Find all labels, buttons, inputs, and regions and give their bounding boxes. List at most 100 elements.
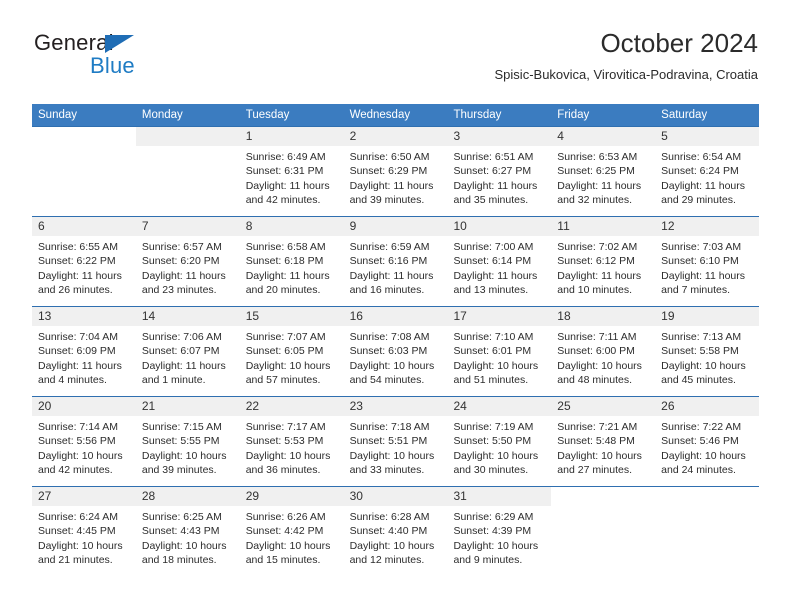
day-cell[interactable]: 8 Sunrise: 6:58 AM Sunset: 6:18 PM Dayli… (239, 217, 344, 306)
day-cell[interactable]: 10 Sunrise: 7:00 AM Sunset: 6:14 PM Dayl… (447, 217, 552, 306)
day-info: Sunrise: 7:04 AM Sunset: 6:09 PM Dayligh… (32, 326, 136, 387)
daylight-text-line1: Daylight: 11 hours (453, 179, 538, 192)
day-cell[interactable]: 11 Sunrise: 7:02 AM Sunset: 6:12 PM Dayl… (551, 217, 656, 306)
sunset-text: Sunset: 6:00 PM (557, 345, 635, 358)
daylight-text-line2: and 42 minutes. (245, 193, 321, 206)
day-number: 17 (447, 307, 552, 326)
sunrise-text: Sunrise: 7:19 AM (453, 421, 534, 433)
day-cell[interactable]: 27 Sunrise: 6:24 AM Sunset: 4:45 PM Dayl… (32, 487, 136, 576)
day-cell[interactable]: 6 Sunrise: 6:55 AM Sunset: 6:22 PM Dayli… (32, 217, 136, 306)
day-cell[interactable]: 3 Sunrise: 6:51 AM Sunset: 6:27 PM Dayli… (447, 127, 552, 216)
daylight-text-line2: and 48 minutes. (557, 373, 633, 386)
day-info: Sunrise: 6:26 AM Sunset: 4:42 PM Dayligh… (240, 506, 344, 567)
day-info: Sunrise: 6:25 AM Sunset: 4:43 PM Dayligh… (136, 506, 240, 567)
day-number: 13 (32, 307, 136, 326)
day-number: 7 (135, 217, 240, 236)
sunrise-text: Sunrise: 7:22 AM (661, 421, 742, 433)
day-cell[interactable]: 24 Sunrise: 7:19 AM Sunset: 5:50 PM Dayl… (447, 397, 552, 486)
daylight-text-line2: and 15 minutes. (245, 553, 321, 566)
daylight-text-line1: Daylight: 11 hours (38, 359, 122, 372)
day-info: Sunrise: 7:18 AM Sunset: 5:51 PM Dayligh… (344, 416, 448, 477)
day-cell[interactable]: 31 Sunrise: 6:29 AM Sunset: 4:39 PM Dayl… (447, 487, 552, 576)
day-cell[interactable]: 13 Sunrise: 7:04 AM Sunset: 6:09 PM Dayl… (32, 307, 136, 396)
logo-text-blue: Blue (90, 53, 135, 78)
day-info: Sunrise: 7:14 AM Sunset: 5:56 PM Dayligh… (32, 416, 136, 477)
day-number: 8 (239, 217, 344, 236)
day-cell[interactable]: 25 Sunrise: 7:21 AM Sunset: 5:48 PM Dayl… (551, 397, 656, 486)
day-number: 20 (32, 397, 136, 416)
day-cell[interactable]: 9 Sunrise: 6:59 AM Sunset: 6:16 PM Dayli… (343, 217, 448, 306)
day-info: Sunrise: 6:24 AM Sunset: 4:45 PM Dayligh… (32, 506, 136, 567)
sunset-text: Sunset: 4:43 PM (141, 525, 220, 538)
daylight-text-line2: and 12 minutes. (349, 553, 425, 566)
day-cell[interactable]: 26 Sunrise: 7:22 AM Sunset: 5:46 PM Dayl… (655, 397, 760, 486)
sunset-text: Sunset: 5:48 PM (557, 435, 635, 448)
day-cell[interactable]: 23 Sunrise: 7:18 AM Sunset: 5:51 PM Dayl… (343, 397, 448, 486)
daylight-text-line1: Daylight: 11 hours (245, 179, 330, 192)
general-blue-logo: General Blue (32, 28, 252, 92)
sunset-text: Sunset: 6:16 PM (349, 255, 428, 268)
day-cell[interactable]: 30 Sunrise: 6:28 AM Sunset: 4:40 PM Dayl… (343, 487, 448, 576)
sunrise-text: Sunrise: 7:04 AM (38, 331, 118, 343)
day-cell[interactable]: 20 Sunrise: 7:14 AM Sunset: 5:56 PM Dayl… (32, 397, 136, 486)
day-number: 29 (239, 487, 344, 506)
day-cell[interactable]: 22 Sunrise: 7:17 AM Sunset: 5:53 PM Dayl… (239, 397, 344, 486)
day-cell[interactable]: 16 Sunrise: 7:08 AM Sunset: 6:03 PM Dayl… (343, 307, 448, 396)
daylight-text-line1: Daylight: 10 hours (349, 539, 435, 552)
daylight-text-line1: Daylight: 10 hours (453, 359, 539, 372)
day-number: 11 (551, 217, 656, 236)
calendar-week-row: 6 Sunrise: 6:55 AM Sunset: 6:22 PM Dayli… (32, 216, 760, 306)
sunrise-text: Sunrise: 6:54 AM (661, 151, 742, 163)
day-info: Sunrise: 6:49 AM Sunset: 6:31 PM Dayligh… (240, 146, 344, 207)
day-cell (655, 487, 759, 576)
day-info: Sunrise: 7:17 AM Sunset: 5:53 PM Dayligh… (240, 416, 344, 477)
day-cell[interactable]: 4 Sunrise: 6:53 AM Sunset: 6:25 PM Dayli… (551, 127, 656, 216)
day-cell[interactable]: 7 Sunrise: 6:57 AM Sunset: 6:20 PM Dayli… (135, 217, 240, 306)
day-info: Sunrise: 6:57 AM Sunset: 6:20 PM Dayligh… (136, 236, 240, 297)
day-number: 2 (343, 127, 448, 146)
day-info: Sunrise: 7:19 AM Sunset: 5:50 PM Dayligh… (447, 416, 551, 477)
day-info: Sunrise: 6:29 AM Sunset: 4:39 PM Dayligh… (447, 506, 551, 567)
day-number (135, 127, 240, 146)
day-number: 10 (447, 217, 552, 236)
day-info: Sunrise: 6:50 AM Sunset: 6:29 PM Dayligh… (344, 146, 448, 207)
day-cell[interactable]: 5 Sunrise: 6:54 AM Sunset: 6:24 PM Dayli… (655, 127, 760, 216)
sunset-text: Sunset: 5:56 PM (38, 435, 116, 448)
daylight-text-line1: Daylight: 10 hours (245, 359, 331, 372)
sunset-text: Sunset: 4:39 PM (453, 525, 532, 538)
day-info: Sunrise: 6:54 AM Sunset: 6:24 PM Dayligh… (655, 146, 759, 207)
day-cell[interactable]: 28 Sunrise: 6:25 AM Sunset: 4:43 PM Dayl… (135, 487, 240, 576)
day-number: 31 (447, 487, 552, 506)
daylight-text-line2: and 29 minutes. (661, 193, 736, 206)
day-number: 30 (343, 487, 448, 506)
sunset-text: Sunset: 6:22 PM (38, 255, 116, 268)
daylight-text-line2: and 30 minutes. (453, 463, 529, 476)
sunrise-text: Sunrise: 7:21 AM (557, 421, 638, 433)
day-info: Sunrise: 7:13 AM Sunset: 5:58 PM Dayligh… (655, 326, 759, 387)
day-info: Sunrise: 7:03 AM Sunset: 6:10 PM Dayligh… (655, 236, 759, 297)
title-block: October 2024 Spisic-Bukovica, Virovitica… (495, 28, 758, 84)
day-cell[interactable]: 21 Sunrise: 7:15 AM Sunset: 5:55 PM Dayl… (135, 397, 240, 486)
day-cell[interactable]: 17 Sunrise: 7:10 AM Sunset: 6:01 PM Dayl… (447, 307, 552, 396)
day-number: 23 (343, 397, 448, 416)
day-number: 9 (343, 217, 448, 236)
day-cell[interactable]: 1 Sunrise: 6:49 AM Sunset: 6:31 PM Dayli… (239, 127, 344, 216)
day-number: 28 (135, 487, 240, 506)
day-cell[interactable]: 14 Sunrise: 7:06 AM Sunset: 6:07 PM Dayl… (135, 307, 240, 396)
day-cell[interactable]: 19 Sunrise: 7:13 AM Sunset: 5:58 PM Dayl… (655, 307, 760, 396)
sunrise-text: Sunrise: 7:06 AM (141, 331, 222, 343)
day-info: Sunrise: 7:22 AM Sunset: 5:46 PM Dayligh… (655, 416, 759, 477)
sunset-text: Sunset: 6:24 PM (661, 165, 739, 178)
day-cell[interactable]: 2 Sunrise: 6:50 AM Sunset: 6:29 PM Dayli… (343, 127, 448, 216)
daylight-text-line1: Daylight: 10 hours (661, 359, 746, 372)
daylight-text-line1: Daylight: 10 hours (245, 449, 331, 462)
day-cell[interactable]: 15 Sunrise: 7:07 AM Sunset: 6:05 PM Dayl… (239, 307, 344, 396)
calendar-week-row: 1 Sunrise: 6:49 AM Sunset: 6:31 PM Dayli… (32, 126, 760, 216)
sunrise-text: Sunrise: 7:15 AM (141, 421, 222, 433)
sunset-text: Sunset: 6:27 PM (453, 165, 532, 178)
day-cell[interactable]: 18 Sunrise: 7:11 AM Sunset: 6:00 PM Dayl… (551, 307, 656, 396)
day-number: 21 (135, 397, 240, 416)
daylight-text-line2: and 1 minute. (141, 373, 206, 386)
day-cell[interactable]: 29 Sunrise: 6:26 AM Sunset: 4:42 PM Dayl… (239, 487, 344, 576)
day-cell[interactable]: 12 Sunrise: 7:03 AM Sunset: 6:10 PM Dayl… (655, 217, 760, 306)
